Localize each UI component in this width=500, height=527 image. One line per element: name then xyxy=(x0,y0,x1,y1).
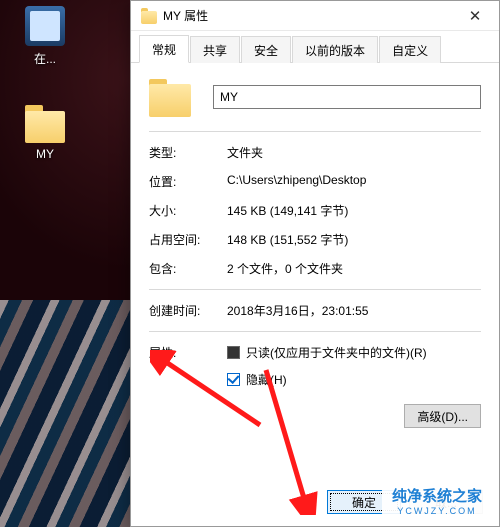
folder-icon xyxy=(25,103,65,143)
label-size-on-disk: 占用空间: xyxy=(149,231,227,248)
value-location: C:\Users\zhipeng\Desktop xyxy=(227,173,481,190)
folder-icon xyxy=(149,77,191,117)
close-button[interactable]: ✕ xyxy=(457,2,493,30)
desktop-item-pc[interactable]: 在... xyxy=(10,6,80,67)
label-created: 创建时间: xyxy=(149,302,227,319)
folder-name-input[interactable] xyxy=(213,85,481,109)
separator xyxy=(149,331,481,332)
label-attributes: 属性: xyxy=(149,344,227,428)
readonly-checkbox-row[interactable]: 只读(仅应用于文件夹中的文件)(R) xyxy=(227,344,481,361)
titlebar[interactable]: MY 属性 ✕ xyxy=(131,1,499,31)
tab-customize[interactable]: 自定义 xyxy=(379,36,441,63)
hidden-checkbox-row[interactable]: 隐藏(H) xyxy=(227,371,481,388)
folder-icon xyxy=(141,8,157,24)
watermark: 纯净系统之家 YCWJZY.COM xyxy=(382,484,492,521)
value-size-on-disk: 148 KB (151,552 字节) xyxy=(227,231,481,248)
window-title: MY 属性 xyxy=(163,7,457,24)
watermark-cn: 纯净系统之家 xyxy=(392,488,482,506)
desktop-icons: 在... MY xyxy=(0,0,120,161)
label-contains: 包含: xyxy=(149,260,227,277)
label-location: 位置: xyxy=(149,173,227,190)
label-type: 类型: xyxy=(149,144,227,161)
pc-icon xyxy=(25,6,65,46)
readonly-label: 只读(仅应用于文件夹中的文件)(R) xyxy=(246,344,427,361)
separator xyxy=(149,289,481,290)
advanced-button[interactable]: 高级(D)... xyxy=(404,404,481,428)
value-size: 145 KB (149,141 字节) xyxy=(227,202,481,219)
hidden-label: 隐藏(H) xyxy=(246,371,287,388)
desktop-item-label: 在... xyxy=(34,50,56,67)
tab-panel-general: 类型:文件夹 位置:C:\Users\zhipeng\Desktop 大小:14… xyxy=(131,63,499,526)
watermark-en: YCWJZY.COM xyxy=(397,506,476,517)
tab-previous-versions[interactable]: 以前的版本 xyxy=(292,36,378,63)
tab-general[interactable]: 常规 xyxy=(139,35,189,63)
desktop-item-folder[interactable]: MY xyxy=(10,93,80,161)
desktop-item-label: MY xyxy=(36,147,54,161)
value-type: 文件夹 xyxy=(227,144,481,161)
value-created: 2018年3月16日，23:01:55 xyxy=(227,302,481,319)
tab-strip: 常规 共享 安全 以前的版本 自定义 xyxy=(131,35,499,63)
checkbox-icon xyxy=(227,373,240,386)
tab-sharing[interactable]: 共享 xyxy=(190,36,240,63)
checkbox-icon xyxy=(227,346,240,359)
label-size: 大小: xyxy=(149,202,227,219)
value-contains: 2 个文件，0 个文件夹 xyxy=(227,260,481,277)
properties-dialog: MY 属性 ✕ 常规 共享 安全 以前的版本 自定义 类型:文件夹 位置:C:\… xyxy=(130,0,500,527)
separator xyxy=(149,131,481,132)
close-icon: ✕ xyxy=(469,7,482,25)
tab-security[interactable]: 安全 xyxy=(241,36,291,63)
